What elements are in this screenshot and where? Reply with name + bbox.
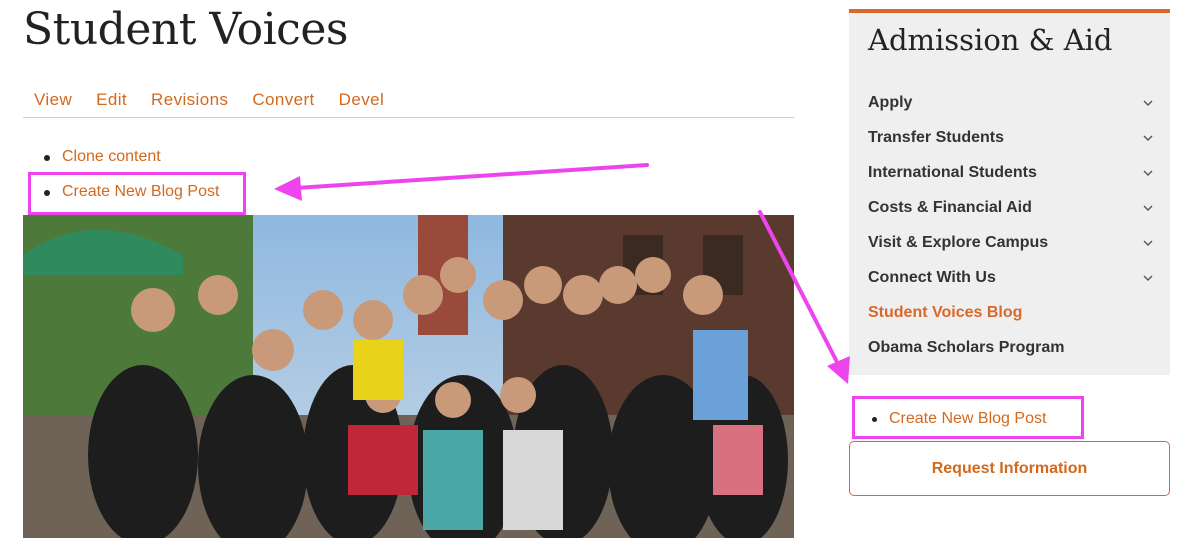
sidebar-item-label: Costs & Financial Aid: [868, 198, 1032, 216]
sidebar-nav: Apply Transfer Students International St…: [868, 85, 1153, 365]
sidebar-item-connect-with-us[interactable]: Connect With Us: [868, 260, 1153, 295]
arrow-icon: [274, 163, 649, 201]
sidebar-item-transfer-students[interactable]: Transfer Students: [868, 120, 1153, 155]
sidebar-item-label: Transfer Students: [868, 128, 1005, 146]
tab-devel[interactable]: Devel: [328, 86, 397, 117]
sidebar-item-apply[interactable]: Apply: [868, 85, 1153, 120]
group-photo-icon: [23, 215, 794, 538]
sidebar-item-visit-explore-campus[interactable]: Visit & Explore Campus: [868, 225, 1153, 260]
tab-revisions[interactable]: Revisions: [140, 86, 241, 117]
sidebar-item-label: Student Voices Blog: [868, 303, 1023, 321]
group-photo: [23, 215, 794, 538]
sidebar-item-label: Connect With Us: [868, 268, 996, 286]
chevron-down-icon[interactable]: [1143, 238, 1153, 248]
sidebar-title: Admission & Aid: [868, 23, 1113, 57]
highlight-box-main: [28, 172, 246, 215]
chevron-down-icon[interactable]: [1143, 203, 1153, 213]
chevron-down-icon[interactable]: [1143, 98, 1153, 108]
sidebar-item-label: Obama Scholars Program: [868, 338, 1065, 356]
sidebar-item-international-students[interactable]: International Students: [868, 155, 1153, 190]
tab-edit[interactable]: Edit: [85, 86, 140, 117]
chevron-down-icon[interactable]: [1143, 273, 1153, 283]
sidebar-item-label: Visit & Explore Campus: [868, 233, 1049, 251]
sidebar-item-label: International Students: [868, 163, 1037, 181]
sidebar-item-student-voices-blog[interactable]: Student Voices Blog: [868, 295, 1153, 330]
highlight-box-sidebar: [852, 396, 1084, 439]
local-tasks-tabs: View Edit Revisions Convert Devel: [23, 86, 794, 118]
request-information-button[interactable]: Request Information: [849, 441, 1170, 496]
page-title: Student Voices: [23, 4, 348, 55]
tab-view[interactable]: View: [23, 86, 85, 117]
chevron-down-icon[interactable]: [1143, 168, 1153, 178]
sidebar-menu: Admission & Aid Apply Transfer Students …: [849, 9, 1170, 375]
clone-content-link[interactable]: Clone content: [62, 148, 161, 165]
tab-convert[interactable]: Convert: [241, 86, 327, 117]
sidebar-item-costs-financial-aid[interactable]: Costs & Financial Aid: [868, 190, 1153, 225]
chevron-down-icon[interactable]: [1143, 133, 1153, 143]
sidebar-item-obama-scholars-program[interactable]: Obama Scholars Program: [868, 330, 1153, 365]
sidebar-item-label: Apply: [868, 93, 913, 111]
